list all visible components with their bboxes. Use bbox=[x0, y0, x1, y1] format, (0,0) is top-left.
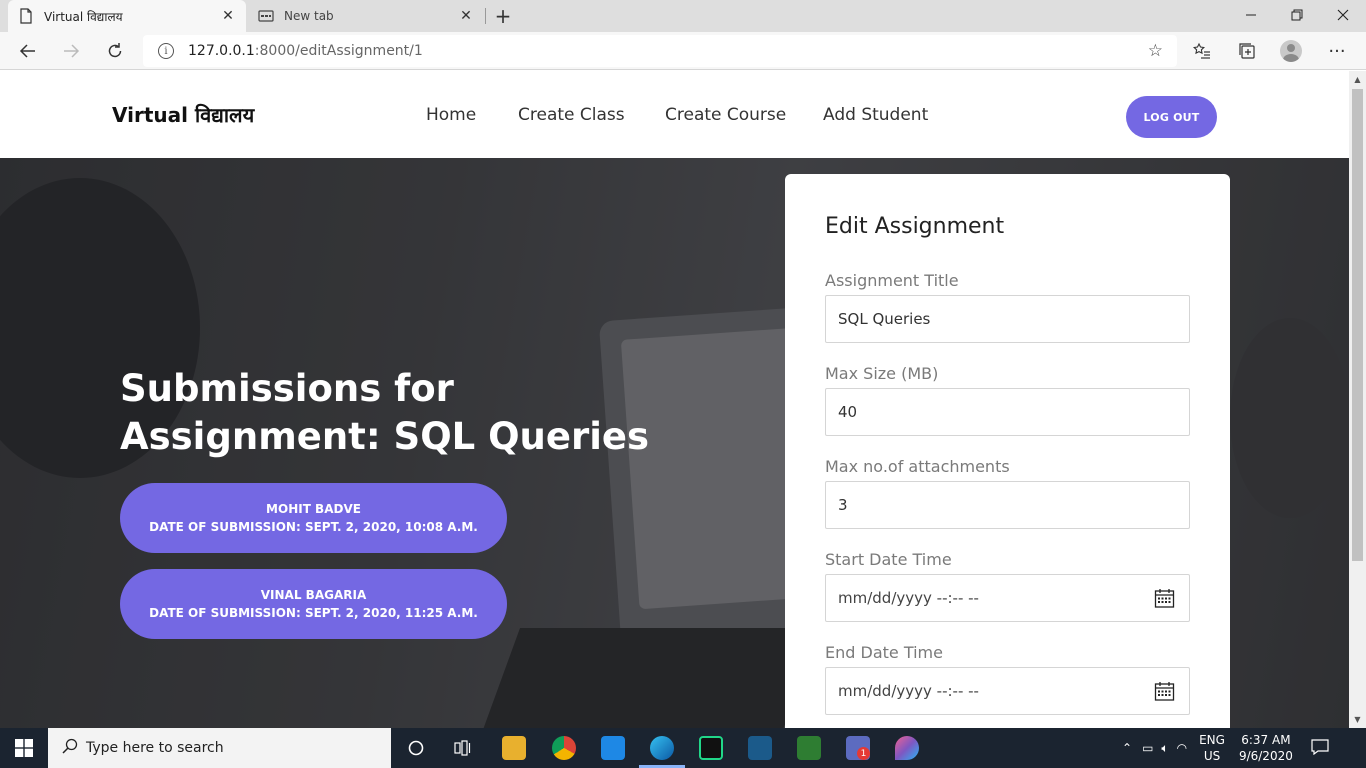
spreadsheet-icon[interactable] bbox=[797, 736, 821, 760]
pycharm-icon[interactable] bbox=[699, 736, 723, 760]
assignment-title-input[interactable]: SQL Queries bbox=[825, 295, 1190, 343]
close-window-button[interactable] bbox=[1320, 0, 1366, 30]
minimize-button[interactable] bbox=[1228, 0, 1274, 30]
taskbar-search-box[interactable]: Type here to search bbox=[48, 728, 391, 768]
start-datetime-placeholder: mm/dd/yyyy --:-- -- bbox=[838, 589, 979, 607]
file-explorer-icon[interactable] bbox=[502, 736, 526, 760]
submission-date: DATE OF SUBMISSION: SEPT. 2, 2020, 11:25… bbox=[149, 606, 478, 620]
end-datetime-placeholder: mm/dd/yyyy --:-- -- bbox=[838, 682, 979, 700]
avatar[interactable] bbox=[1280, 40, 1302, 62]
language-indicator[interactable]: ENG US bbox=[1199, 732, 1225, 764]
close-icon[interactable]: ✕ bbox=[218, 6, 238, 26]
nav-link-add-student[interactable]: Add Student bbox=[823, 105, 928, 125]
clock[interactable]: 6:37 AM 9/6/2020 bbox=[1239, 732, 1293, 764]
submission-student-name: VINAL BAGARIA bbox=[260, 588, 367, 602]
windows-start-button[interactable] bbox=[0, 728, 48, 768]
cortana-icon[interactable] bbox=[396, 732, 436, 764]
clock-date: 9/6/2020 bbox=[1238, 749, 1293, 763]
tab-title: Virtual विद्यालय bbox=[44, 9, 123, 24]
page-icon bbox=[18, 8, 34, 24]
end-datetime-input[interactable]: mm/dd/yyyy --:-- -- bbox=[825, 667, 1190, 715]
submission-card[interactable]: VINAL BAGARIA DATE OF SUBMISSION: SEPT. … bbox=[120, 569, 507, 639]
notification-center-icon[interactable] bbox=[1311, 738, 1329, 758]
task-view-icon[interactable] bbox=[443, 732, 483, 764]
page-scrollbar[interactable]: ▲ ▼ bbox=[1349, 71, 1366, 728]
edit-assignment-form: Edit Assignment Assignment Title SQL Que… bbox=[785, 174, 1230, 728]
browser-tab-bar: Virtual विद्यालय ✕ New tab ✕ + bbox=[0, 0, 1366, 32]
submission-card[interactable]: MOHIT BADVE DATE OF SUBMISSION: SEPT. 2,… bbox=[120, 483, 507, 553]
speaker-icon[interactable]: 🔈︎ bbox=[1161, 741, 1168, 756]
mysql-workbench-icon[interactable] bbox=[748, 736, 772, 760]
site-logo[interactable]: Virtual विद्यालय bbox=[112, 101, 254, 128]
refresh-icon[interactable] bbox=[100, 36, 130, 66]
mail-icon[interactable] bbox=[601, 736, 625, 760]
region-code: US bbox=[1203, 749, 1221, 763]
wifi-icon[interactable]: ◠ bbox=[1177, 741, 1187, 755]
restore-button[interactable] bbox=[1274, 0, 1320, 30]
chevron-up-icon[interactable]: ⌃ bbox=[1122, 741, 1132, 755]
logout-button[interactable]: LOG OUT bbox=[1126, 96, 1217, 138]
back-arrow-icon[interactable] bbox=[13, 36, 43, 66]
nav-link-home[interactable]: Home bbox=[426, 105, 476, 125]
url-path: :8000/editAssignment/1 bbox=[254, 43, 423, 59]
nav-link-create-course[interactable]: Create Course bbox=[665, 105, 786, 125]
battery-icon[interactable]: ▭ bbox=[1142, 741, 1153, 755]
system-tray: ⌃ ▭ 🔈︎ ◠ ENG US 6:37 AM 9/6/2020 bbox=[1122, 728, 1329, 768]
scroll-down-arrow-icon[interactable]: ▼ bbox=[1349, 711, 1366, 728]
forward-arrow-icon[interactable] bbox=[56, 36, 86, 66]
chrome-icon[interactable] bbox=[552, 736, 576, 760]
more-menu-icon[interactable]: ··· bbox=[1322, 36, 1352, 66]
url-field[interactable]: i 127.0.0.1 :8000/editAssignment/1 ☆ bbox=[143, 35, 1177, 67]
edge-icon[interactable] bbox=[650, 736, 674, 760]
notification-badge: 1 bbox=[857, 747, 870, 760]
windows-taskbar: Type here to search 1 ⌃ ▭ 🔈︎ ◠ ENG US 6:… bbox=[0, 728, 1366, 768]
end-datetime-label: End Date Time bbox=[825, 643, 943, 662]
close-icon[interactable]: ✕ bbox=[456, 6, 476, 26]
clock-time: 6:37 AM bbox=[1241, 733, 1291, 747]
search-icon bbox=[62, 738, 78, 758]
max-size-label: Max Size (MB) bbox=[825, 364, 939, 383]
max-size-input[interactable]: 40 bbox=[825, 388, 1190, 436]
scrollbar-thumb[interactable] bbox=[1352, 89, 1363, 561]
max-attachments-label: Max no.of attachments bbox=[825, 457, 1010, 476]
start-datetime-label: Start Date Time bbox=[825, 550, 952, 569]
tab-virtual-vidyalay[interactable]: Virtual विद्यालय ✕ bbox=[8, 0, 246, 32]
paint-icon[interactable] bbox=[895, 736, 919, 760]
start-datetime-input[interactable]: mm/dd/yyyy --:-- -- bbox=[825, 574, 1190, 622]
favorites-list-icon[interactable] bbox=[1187, 36, 1217, 66]
language-code: ENG bbox=[1199, 733, 1225, 747]
new-tab-page-icon bbox=[258, 8, 274, 24]
form-title: Edit Assignment bbox=[825, 214, 1005, 239]
calendar-icon[interactable] bbox=[1154, 681, 1175, 702]
max-size-value: 40 bbox=[838, 403, 858, 421]
tab-separator bbox=[485, 8, 486, 24]
page-title: Submissions for Assignment: SQL Queries bbox=[120, 367, 650, 458]
max-attachments-input[interactable]: 3 bbox=[825, 481, 1190, 529]
scroll-up-arrow-icon[interactable]: ▲ bbox=[1349, 71, 1366, 88]
nav-link-create-class[interactable]: Create Class bbox=[518, 105, 625, 125]
new-tab-button[interactable]: + bbox=[491, 4, 515, 28]
max-attachments-value: 3 bbox=[838, 496, 848, 514]
submission-date: DATE OF SUBMISSION: SEPT. 2, 2020, 10:08… bbox=[149, 520, 478, 534]
assignment-title-label: Assignment Title bbox=[825, 271, 959, 290]
tab-title: New tab bbox=[284, 9, 334, 23]
calendar-icon[interactable] bbox=[1154, 588, 1175, 609]
assignment-title-value: SQL Queries bbox=[838, 310, 931, 328]
submission-student-name: MOHIT BADVE bbox=[266, 502, 361, 516]
favorite-star-icon[interactable]: ☆ bbox=[1148, 41, 1163, 61]
info-icon[interactable]: i bbox=[158, 43, 174, 59]
url-host: 127.0.0.1 bbox=[188, 43, 255, 59]
collections-icon[interactable] bbox=[1232, 36, 1262, 66]
address-bar-row: i 127.0.0.1 :8000/editAssignment/1 ☆ ··· bbox=[0, 32, 1366, 70]
page-viewport: Virtual विद्यालय Home Create Class Creat… bbox=[0, 71, 1349, 728]
search-placeholder: Type here to search bbox=[86, 740, 224, 756]
tab-new-tab[interactable]: New tab ✕ bbox=[248, 0, 484, 32]
site-header: Virtual विद्यालय Home Create Class Creat… bbox=[0, 71, 1349, 158]
